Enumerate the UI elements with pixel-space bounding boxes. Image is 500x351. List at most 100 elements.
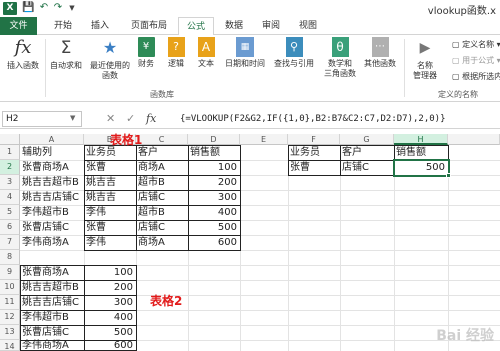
text-button[interactable]: A 文本 [194, 37, 218, 69]
recently-used-button[interactable]: ★ 最近使用的 函数 [86, 37, 134, 81]
column-header-e[interactable]: E [240, 134, 288, 145]
more-functions-button[interactable]: ⋯ 其他函数 [360, 37, 400, 69]
cell-c7[interactable]: 商场A [136, 235, 188, 250]
lookup-reference-button[interactable]: ⚲ 查找与引用 [270, 37, 318, 69]
row-header[interactable]: 2 [0, 160, 20, 175]
cell-b7[interactable]: 李伟 [84, 235, 136, 250]
cell-h1[interactable]: 销售额 [394, 145, 448, 160]
cell-a12[interactable]: 李伟超市B [20, 310, 84, 325]
use-in-formula-button[interactable]: ▢ 用于公式 ▾ [452, 55, 500, 66]
select-all-corner[interactable] [0, 134, 20, 145]
financial-button[interactable]: ¥ 财务 [134, 37, 158, 69]
formula-input[interactable]: {=VLOOKUP(F2&G2,IF({1,0},B2:B7&C2:C7,D2:… [180, 112, 446, 126]
tab-view[interactable]: 视图 [290, 17, 326, 35]
tab-formulas[interactable]: 公式 [178, 17, 214, 36]
cell-d2[interactable]: 100 [188, 160, 240, 175]
cell-a9[interactable]: 张曹商场A [20, 265, 84, 280]
row-header[interactable]: 13 [0, 325, 20, 340]
date-time-button[interactable]: ▦ 日期和时间 [220, 37, 270, 69]
check-icon[interactable]: ✓ [126, 112, 135, 126]
cell-b4[interactable]: 姚吉吉 [84, 190, 136, 205]
cell-a7[interactable]: 李伟商场A [20, 235, 84, 250]
autosum-button[interactable]: Σ 自动求和 [46, 37, 86, 71]
row-header[interactable]: 10 [0, 280, 20, 295]
cell-f1[interactable]: 业务员 [288, 145, 340, 160]
tab-data[interactable]: 数据 [216, 17, 252, 35]
cell-b11[interactable]: 300 [84, 295, 136, 310]
cell-a1[interactable]: 辅助列 [20, 145, 84, 160]
cell-c5[interactable]: 超市B [136, 205, 188, 220]
cell-d3[interactable]: 200 [188, 175, 240, 190]
cell-a4[interactable]: 姚吉吉店铺C [20, 190, 84, 205]
chevron-down-icon[interactable]: ▼ [70, 111, 75, 125]
cell-c4[interactable]: 店铺C [136, 190, 188, 205]
define-name-button[interactable]: ▢ 定义名称 ▾ [452, 39, 500, 50]
cell-g2[interactable]: 店铺C [340, 160, 394, 175]
save-icon[interactable]: 💾 [22, 2, 34, 14]
cell-a6[interactable]: 张曹店铺C [20, 220, 84, 235]
row-header[interactable]: 1 [0, 145, 20, 160]
tab-page-layout[interactable]: 页面布局 [121, 17, 177, 35]
column-header-f[interactable]: F [288, 134, 340, 145]
tab-home[interactable]: 开始 [45, 17, 81, 35]
customize-quick-access-icon[interactable]: ▼ [66, 2, 78, 14]
column-header-d[interactable]: D [188, 134, 240, 145]
cell-c2[interactable]: 商场A [136, 160, 188, 175]
cell-a14[interactable]: 李伟商场A [20, 340, 84, 351]
cell-c6[interactable]: 店铺C [136, 220, 188, 235]
redo-icon[interactable]: ↷ [52, 2, 64, 14]
math-trig-button[interactable]: θ 数学和 三角函数 [320, 37, 360, 79]
row-header[interactable]: 4 [0, 190, 20, 205]
row-header[interactable]: 8 [0, 250, 20, 265]
cell-d5[interactable]: 400 [188, 205, 240, 220]
cell-b12[interactable]: 400 [84, 310, 136, 325]
cell-d7[interactable]: 600 [188, 235, 240, 250]
undo-icon[interactable]: ↶ [38, 2, 50, 14]
worksheet-grid[interactable]: A B C D E F G H 1 2 3 4 5 6 7 8 9 10 11 … [0, 133, 500, 351]
create-from-selection-button[interactable]: ▢ 根据所选内容 [452, 71, 500, 82]
tab-insert[interactable]: 插入 [82, 17, 118, 35]
row-header[interactable]: 14 [0, 340, 20, 351]
cell-b5[interactable]: 李伟 [84, 205, 136, 220]
name-manager-button[interactable]: ▶ 名称 管理器 [406, 37, 444, 81]
cell-a5[interactable]: 李伟超市B [20, 205, 84, 220]
tab-review[interactable]: 审阅 [253, 17, 289, 35]
cell-c1[interactable]: 客户 [136, 145, 188, 160]
row-header[interactable]: 5 [0, 205, 20, 220]
cell-a2[interactable]: 张曹商场A [20, 160, 84, 175]
tab-file[interactable]: 文件 [0, 17, 37, 35]
cell-a13[interactable]: 张曹店铺C [20, 325, 84, 340]
insert-function-button[interactable]: fx 插入函数 [2, 37, 44, 71]
fill-handle[interactable] [446, 173, 451, 178]
row-header[interactable]: 9 [0, 265, 20, 280]
cell-b10[interactable]: 200 [84, 280, 136, 295]
cell-b14[interactable]: 600 [84, 340, 136, 351]
cell-h2[interactable]: 500 [394, 160, 448, 175]
cell-a11[interactable]: 姚吉吉店铺C [20, 295, 84, 310]
column-header-i[interactable] [448, 134, 500, 145]
cell-c3[interactable]: 超市B [136, 175, 188, 190]
cell-f2[interactable]: 张曹 [288, 160, 340, 175]
cell-d1[interactable]: 销售额 [188, 145, 240, 160]
logical-button[interactable]: ? 逻辑 [164, 37, 188, 69]
row-header[interactable]: 3 [0, 175, 20, 190]
row-header[interactable]: 6 [0, 220, 20, 235]
cell-a3[interactable]: 姚吉吉超市B [20, 175, 84, 190]
cell-d4[interactable]: 300 [188, 190, 240, 205]
cell-d6[interactable]: 500 [188, 220, 240, 235]
column-header-a[interactable]: A [20, 134, 84, 145]
cancel-icon[interactable]: ✕ [106, 112, 115, 126]
column-header-h[interactable]: H [394, 134, 448, 145]
cell-a10[interactable]: 姚吉吉超市B [20, 280, 84, 295]
row-header[interactable]: 11 [0, 295, 20, 310]
column-header-g[interactable]: G [340, 134, 394, 145]
cell-b6[interactable]: 张曹 [84, 220, 136, 235]
cell-b3[interactable]: 姚吉吉 [84, 175, 136, 190]
cell-g1[interactable]: 客户 [340, 145, 394, 160]
row-header[interactable]: 12 [0, 310, 20, 325]
row-header[interactable]: 7 [0, 235, 20, 250]
column-header-c[interactable]: C [136, 134, 188, 145]
cell-b13[interactable]: 500 [84, 325, 136, 340]
cell-b2[interactable]: 张曹 [84, 160, 136, 175]
fx-icon[interactable]: fx [146, 112, 156, 126]
